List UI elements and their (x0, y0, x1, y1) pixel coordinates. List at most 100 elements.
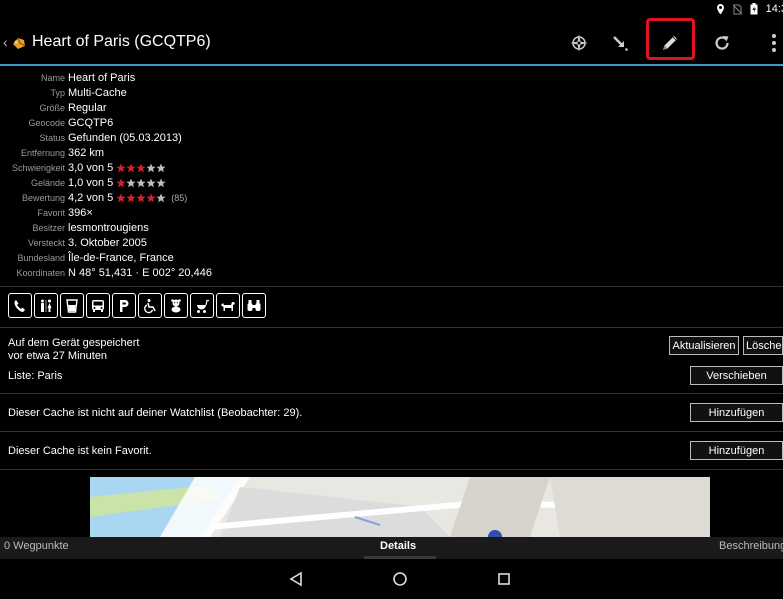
detail-value: 3,0 von 5 (68, 162, 166, 174)
detail-value: GCQTP6 (68, 117, 113, 129)
detail-value: 362 km (68, 147, 104, 159)
detail-value: 1,0 von 5 (68, 177, 166, 189)
refresh-button[interactable] (708, 30, 736, 56)
detail-label: Entfernung (20, 147, 65, 158)
detail-value-text: 396× (68, 206, 93, 219)
phone-icon[interactable] (8, 293, 32, 318)
static-map[interactable] (90, 477, 710, 537)
detail-value-text: 3,0 von 5 (68, 161, 114, 174)
detail-row: Favorit 396× (0, 205, 783, 220)
watchlist-text: Dieser Cache ist nicht auf deiner Watchl… (8, 407, 303, 419)
detail-label: Name (40, 72, 65, 83)
detail-row: Besitzer lesmontrougiens (0, 220, 783, 235)
navigation-bar (0, 559, 783, 599)
overflow-menu-button[interactable] (760, 30, 783, 56)
star-icon (126, 178, 136, 187)
drinking-water-icon[interactable] (60, 293, 84, 318)
compass-icon (570, 34, 588, 52)
tab-details[interactable]: Details (380, 540, 416, 552)
detail-label: Schwierigkeit (11, 162, 65, 173)
recents-button[interactable] (494, 569, 514, 589)
refresh-icon (715, 36, 729, 50)
detail-value-text: Île-de-France, France (68, 251, 174, 264)
star-icon (116, 163, 126, 172)
detail-row: Bundesland Île-de-France, France (0, 250, 783, 265)
back-triangle-icon (289, 571, 302, 587)
star-icon (136, 178, 146, 187)
detail-label: Größe (39, 102, 65, 113)
star-icon (136, 193, 146, 202)
parking-icon[interactable] (112, 293, 136, 318)
detail-value: Regular (68, 102, 107, 114)
home-button[interactable] (390, 569, 410, 589)
detail-value-text: N 48° 51,431 · E 002° 20,446 (68, 266, 212, 279)
detail-row: Größe Regular (0, 100, 783, 115)
cache-details: Name Heart of Paris Typ Multi-Cache Größe Reg… (0, 70, 783, 280)
detail-value: N 48° 51,431 · E 002° 20,446 (68, 267, 212, 279)
dogs-icon[interactable] (216, 293, 240, 318)
move-button[interactable]: Verschieben (690, 366, 783, 385)
divider (0, 469, 783, 470)
tab-waypoints[interactable]: 0 Wegpunkte (4, 540, 69, 552)
divider (0, 431, 783, 432)
detail-label: Bundesland (17, 252, 65, 263)
detail-row: Gelände 1,0 von 5 (0, 175, 783, 190)
scenic-view-icon[interactable] (242, 293, 266, 318)
attribute-icons (8, 293, 266, 318)
star-icon (156, 178, 166, 187)
detail-value-text: GCQTP6 (68, 116, 114, 129)
detail-value-text: 3. Oktober 2005 (68, 236, 147, 249)
star-icon (126, 163, 136, 172)
detail-label: Besitzer (32, 222, 65, 233)
star-icon (156, 163, 166, 172)
detail-row: Versteckt 3. Oktober 2005 (0, 235, 783, 250)
compass-button[interactable] (565, 30, 593, 56)
page-title: Heart of Paris (GCQTP6) (32, 33, 211, 50)
app-logo-icon[interactable] (11, 35, 27, 51)
star-icon (146, 178, 156, 187)
back-button[interactable] (286, 569, 306, 589)
detail-label: Versteckt (27, 237, 65, 248)
detail-value-text: Multi-Cache (68, 86, 127, 99)
bottom-tabs: 0 Wegpunkte Details Beschreibung (0, 537, 783, 559)
detail-label: Koordinaten (16, 267, 65, 278)
kids-icon[interactable] (164, 293, 188, 318)
no-sim-icon (732, 4, 742, 14)
detail-value: 396× (68, 207, 93, 219)
star-icon (116, 193, 126, 202)
storage-time-text: vor etwa 27 Minuten (8, 350, 108, 362)
public-transport-icon[interactable] (86, 293, 110, 318)
detail-row: Schwierigkeit 3,0 von 5 (0, 160, 783, 175)
detail-row: Koordinaten N 48° 51,431 · E 002° 20,446 (0, 265, 783, 280)
wheelchair-icon[interactable] (138, 293, 162, 318)
detail-row: Entfernung 362 km (0, 145, 783, 160)
detail-label: Bewertung (21, 192, 65, 203)
navigate-icon (613, 36, 628, 51)
delete-cache-button[interactable]: Löschen (743, 336, 783, 355)
tab-description[interactable]: Beschreibung (719, 540, 783, 552)
list-text: Liste: Paris (8, 370, 63, 382)
detail-label: Status (39, 132, 65, 143)
star-icon (136, 163, 146, 172)
star-icon (126, 193, 136, 202)
detail-label: Geocode (28, 117, 65, 128)
add-favorite-button[interactable]: Hinzufügen (690, 441, 783, 460)
detail-row: Geocode GCQTP6 (0, 115, 783, 130)
add-watchlist-button[interactable]: Hinzufügen (690, 403, 783, 422)
star-icon (146, 193, 156, 202)
detail-label: Favorit (37, 207, 65, 218)
detail-value-text: Heart of Paris (68, 71, 136, 84)
battery-icon (750, 3, 758, 15)
restrooms-icon[interactable] (34, 293, 58, 318)
detail-value-text: 362 km (68, 146, 105, 159)
detail-row: Typ Multi-Cache (0, 85, 783, 100)
location-icon (716, 3, 724, 14)
back-chevron-icon[interactable]: ‹ (3, 34, 8, 50)
detail-value: Heart of Paris (68, 72, 135, 84)
refresh-cache-button[interactable]: Aktualisieren (669, 336, 739, 355)
navigate-button[interactable] (606, 30, 634, 56)
star-icon (146, 163, 156, 172)
overflow-menu-icon (772, 34, 776, 52)
stroller-icon[interactable] (190, 293, 214, 318)
detail-value-text: lesmontrougiens (68, 221, 149, 234)
